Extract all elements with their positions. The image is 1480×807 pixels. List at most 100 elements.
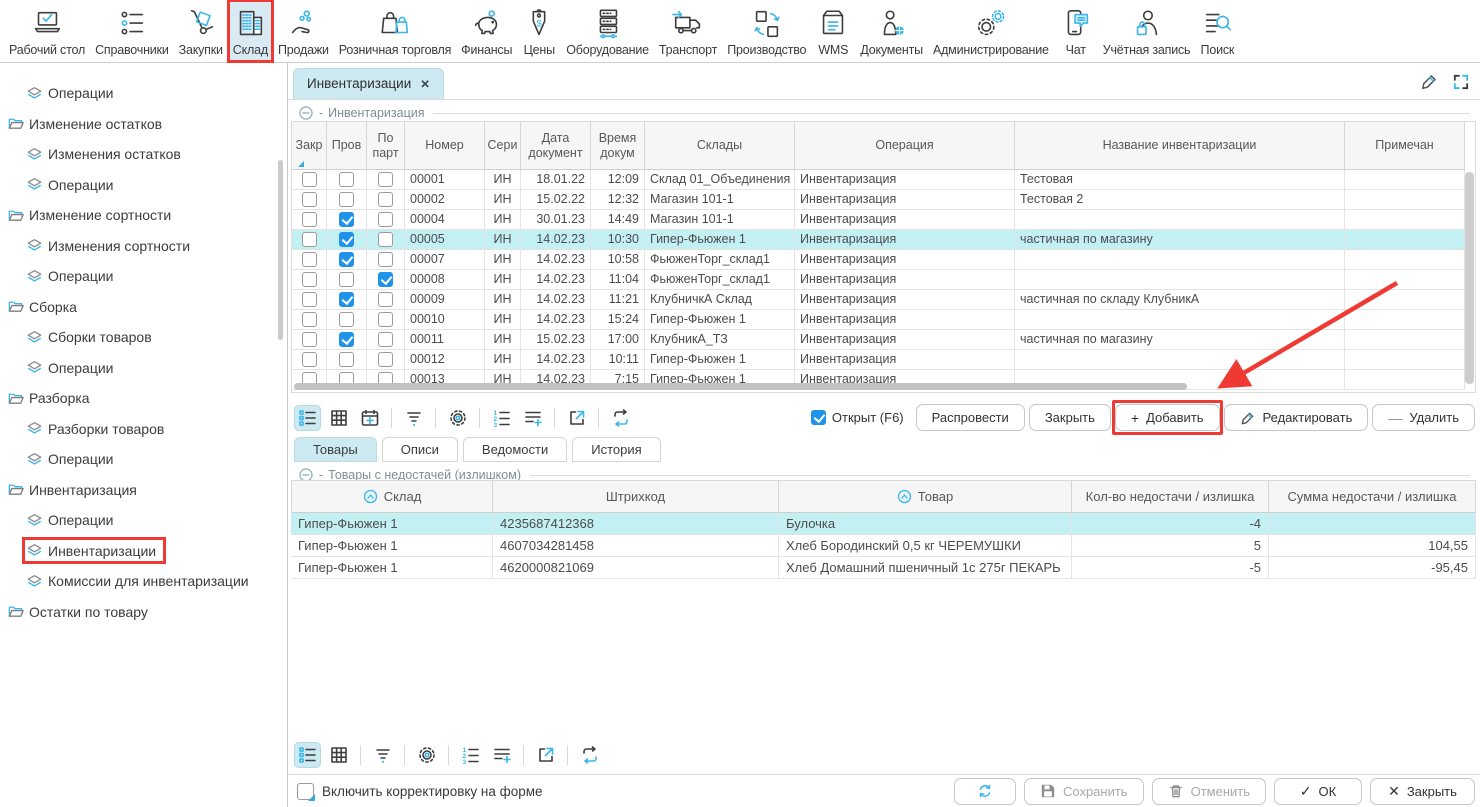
unpost-button[interactable]: Распровести — [916, 404, 1025, 431]
ok-button[interactable]: ✓ ОК — [1274, 778, 1362, 805]
open-f6-checkbox[interactable]: Открыт (F6) — [811, 410, 904, 425]
column-header-дата-документ[interactable]: Дата документ — [521, 122, 591, 170]
sidebar-item-разборка[interactable]: Разборка — [0, 383, 287, 414]
posted-checkbox[interactable] — [339, 172, 354, 187]
tab-close-icon[interactable]: ✕ — [420, 77, 430, 91]
vertical-scrollbar[interactable] — [1465, 172, 1474, 384]
table-row[interactable]: Гипер-Фьюжен 14235687412368Булочка-4 — [291, 513, 1476, 535]
sidebar-item-операции[interactable]: Операции — [0, 78, 287, 109]
by-batch-checkbox[interactable] — [378, 192, 393, 207]
sidebar-item-операции[interactable]: Операции — [0, 505, 287, 536]
posted-checkbox[interactable] — [339, 232, 354, 247]
module-поиск[interactable]: Поиск — [1195, 0, 1239, 62]
column-header-склады[interactable]: Склады — [645, 122, 795, 170]
sidebar-scrollbar[interactable] — [278, 160, 283, 340]
edit-button[interactable]: Редактировать — [1224, 404, 1369, 431]
table-row[interactable]: 00005ИН14.02.2310:30Гипер-Фьюжен 1Инвент… — [292, 230, 1465, 250]
collapse-group-icon[interactable] — [298, 105, 314, 121]
table-row[interactable]: 00009ИН14.02.2311:21КлубничкА СкладИнвен… — [292, 290, 1465, 310]
table-row[interactable]: 00004ИН30.01.2314:49Магазин 101-1Инвента… — [292, 210, 1465, 230]
close-document-button[interactable]: Закрыть — [1029, 404, 1111, 431]
posted-checkbox[interactable] — [339, 312, 354, 327]
detail-tab-товары[interactable]: Товары — [294, 437, 377, 462]
module-wms[interactable]: WMS — [811, 0, 855, 62]
delete-button[interactable]: — Удалить — [1372, 404, 1475, 431]
close-form-button[interactable]: ✕ Закрыть — [1370, 778, 1475, 805]
refresh-button[interactable] — [954, 778, 1016, 805]
posted-checkbox[interactable] — [339, 352, 354, 367]
module-транспорт[interactable]: Транспорт — [654, 0, 722, 62]
refresh-icon[interactable] — [576, 742, 603, 768]
view-list-icon[interactable] — [294, 405, 321, 431]
closed-checkbox[interactable] — [302, 292, 317, 307]
numbered-list-icon[interactable]: 123 — [457, 742, 484, 768]
module-чат[interactable]: Чат — [1054, 0, 1098, 62]
by-batch-checkbox[interactable] — [378, 272, 393, 287]
closed-checkbox[interactable] — [302, 252, 317, 267]
by-batch-checkbox[interactable] — [378, 312, 393, 327]
view-list-icon[interactable] — [294, 742, 321, 768]
sidebar-item-операции[interactable]: Операции — [0, 444, 287, 475]
table-row[interactable]: 00008ИН14.02.2311:04ФьюженТорг_склад1Инв… — [292, 270, 1465, 290]
module-цены[interactable]: $Цены — [517, 0, 561, 62]
view-grid-icon[interactable] — [325, 405, 352, 431]
closed-checkbox[interactable] — [302, 272, 317, 287]
sidebar-item-инвентаризация[interactable]: Инвентаризация — [0, 475, 287, 506]
table-row[interactable]: 00012ИН14.02.2310:11Гипер-Фьюжен 1Инвент… — [292, 350, 1465, 370]
column-header-сумма-недостачи-излишка[interactable]: Сумма недостачи / излишка — [1268, 481, 1476, 513]
open-external-icon[interactable] — [532, 742, 559, 768]
module-уч-тная-запись[interactable]: Учётная запись — [1098, 0, 1196, 62]
gear-icon[interactable] — [413, 742, 440, 768]
sidebar-item-разборки-товаров[interactable]: Разборки товаров — [0, 414, 287, 445]
column-header-штрихкод[interactable]: Штрихкод — [492, 481, 779, 513]
table-row[interactable]: 00001ИН18.01.2212:09Склад 01_Объединения… — [292, 170, 1465, 190]
filter-icon[interactable] — [369, 742, 396, 768]
sidebar-item-операции[interactable]: Операции — [0, 170, 287, 201]
column-header-закр[interactable]: Закр — [292, 122, 327, 170]
expand-fullscreen-icon[interactable] — [1452, 73, 1470, 91]
closed-checkbox[interactable] — [302, 172, 317, 187]
column-header-сери[interactable]: Сери — [485, 122, 521, 170]
module-закупки[interactable]: Закупки — [174, 0, 228, 62]
sidebar-item-сборки-товаров[interactable]: Сборки товаров — [0, 322, 287, 353]
column-header-операция[interactable]: Операция — [795, 122, 1015, 170]
open-f6-checkbox-box[interactable] — [811, 410, 826, 425]
sidebar-item-остатки-по-товару[interactable]: Остатки по товару — [0, 597, 287, 628]
add-row-icon[interactable] — [488, 742, 515, 768]
sidebar-item-сборка[interactable]: Сборка — [0, 292, 287, 323]
closed-checkbox[interactable] — [302, 332, 317, 347]
posted-checkbox[interactable] — [339, 252, 354, 267]
sidebar-item-комиссии-для-инвентаризации[interactable]: Комиссии для инвентаризации — [0, 566, 287, 597]
posted-checkbox[interactable] — [339, 332, 354, 347]
posted-checkbox[interactable] — [339, 192, 354, 207]
sidebar-item-изменение-сортности[interactable]: Изменение сортности — [0, 200, 287, 231]
by-batch-checkbox[interactable] — [378, 172, 393, 187]
table-row[interactable]: Гипер-Фьюжен 14607034281458Хлеб Бородинс… — [291, 535, 1476, 557]
closed-checkbox[interactable] — [302, 352, 317, 367]
module-оборудование[interactable]: Оборудование — [561, 0, 654, 62]
column-header-название-инвентаризации[interactable]: Название инвентаризации — [1015, 122, 1345, 170]
sidebar-item-операции[interactable]: Операции — [0, 261, 287, 292]
module-склад[interactable]: Склад — [228, 0, 273, 62]
by-batch-checkbox[interactable] — [378, 212, 393, 227]
save-button[interactable]: Сохранить — [1024, 778, 1144, 805]
column-header-склад[interactable]: Склад — [291, 481, 493, 513]
view-grid-icon[interactable] — [325, 742, 352, 768]
sidebar-item-операции[interactable]: Операции — [0, 353, 287, 384]
posted-checkbox[interactable] — [339, 212, 354, 227]
module-документы[interactable]: Документы — [855, 0, 928, 62]
module-производство[interactable]: Производство — [722, 0, 811, 62]
horizontal-scrollbar[interactable] — [294, 383, 1187, 390]
calendar-add-icon[interactable] — [356, 405, 383, 431]
detail-tab-история[interactable]: История — [572, 437, 660, 462]
sidebar-item-изменение-остатков[interactable]: Изменение остатков — [0, 109, 287, 140]
module-справочники[interactable]: Справочники — [90, 0, 174, 62]
column-header-кол-во-недостачи-излишка[interactable]: Кол-во недостачи / излишка — [1071, 481, 1269, 513]
posted-checkbox[interactable] — [339, 292, 354, 307]
edit-pencil-icon[interactable] — [1420, 72, 1439, 91]
module-продажи[interactable]: Продажи — [273, 0, 334, 62]
refresh-icon[interactable] — [607, 405, 634, 431]
detail-tab-ведомости[interactable]: Ведомости — [463, 437, 567, 462]
add-row-icon[interactable] — [519, 405, 546, 431]
table-row[interactable]: 00010ИН14.02.2315:24Гипер-Фьюжен 1Инвент… — [292, 310, 1465, 330]
